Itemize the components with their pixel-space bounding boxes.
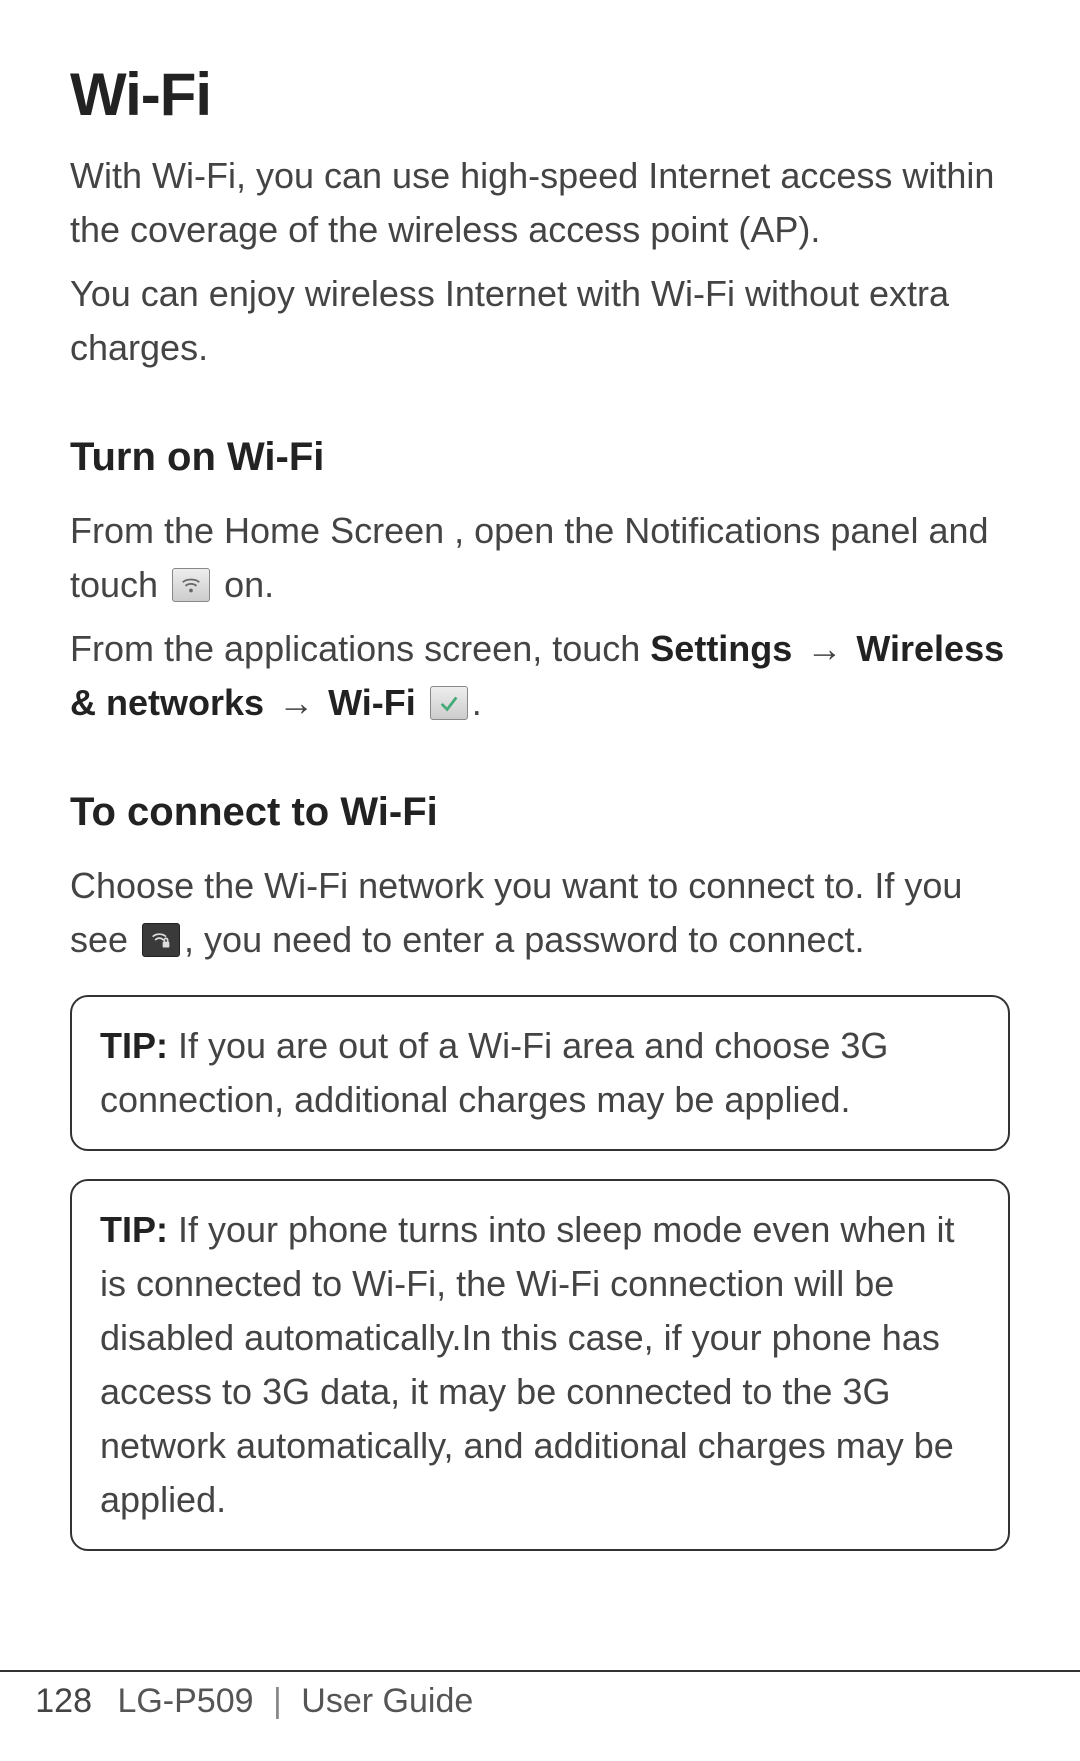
tip-label: TIP: (100, 1209, 168, 1250)
tip-box-2: TIP: If your phone turns into sleep mode… (70, 1179, 1010, 1551)
footer-divider: | (263, 1682, 292, 1720)
page-number: 128 (8, 1682, 108, 1721)
intro-paragraph-2: You can enjoy wireless Internet with Wi-… (70, 267, 1010, 375)
text-fragment: . (472, 682, 482, 723)
wifi-toggle-icon (172, 568, 210, 602)
text-fragment: , you need to enter a password to connec… (184, 919, 864, 960)
device-model: LG-P509 (117, 1682, 253, 1720)
manual-page: Wi-Fi With Wi-Fi, you can use high-speed… (0, 0, 1080, 1761)
page-title: Wi-Fi (70, 60, 1010, 129)
text-fragment: From the applications screen, touch (70, 628, 650, 669)
tip-box-1: TIP: If you are out of a Wi-Fi area and … (70, 995, 1010, 1151)
tip-text: If you are out of a Wi-Fi area and choos… (100, 1025, 888, 1120)
intro-paragraph-1: With Wi-Fi, you can use high-speed Inter… (70, 149, 1010, 257)
tip-label: TIP: (100, 1025, 168, 1066)
section-heading-turn-on: Turn on Wi-Fi (70, 435, 1010, 480)
tip-text: If your phone turns into sleep mode even… (100, 1209, 954, 1520)
page-footer: 128 LG-P509 | User Guide (0, 1670, 1080, 1721)
text-fragment: on. (224, 564, 274, 605)
connect-paragraph: Choose the Wi-Fi network you want to con… (70, 859, 1010, 967)
turn-on-step-1: From the Home Screen , open the Notifica… (70, 504, 1010, 612)
doc-title: User Guide (301, 1682, 473, 1720)
menu-path-wifi: Wi-Fi (328, 682, 416, 723)
checkmark-icon (430, 686, 468, 720)
turn-on-step-2: From the applications screen, touch Sett… (70, 622, 1010, 730)
section-heading-connect: To connect to Wi-Fi (70, 790, 1010, 835)
menu-path-settings: Settings (650, 628, 792, 669)
wifi-lock-icon (142, 923, 180, 957)
arrow-icon: → (802, 622, 846, 676)
arrow-icon: → (274, 676, 318, 730)
